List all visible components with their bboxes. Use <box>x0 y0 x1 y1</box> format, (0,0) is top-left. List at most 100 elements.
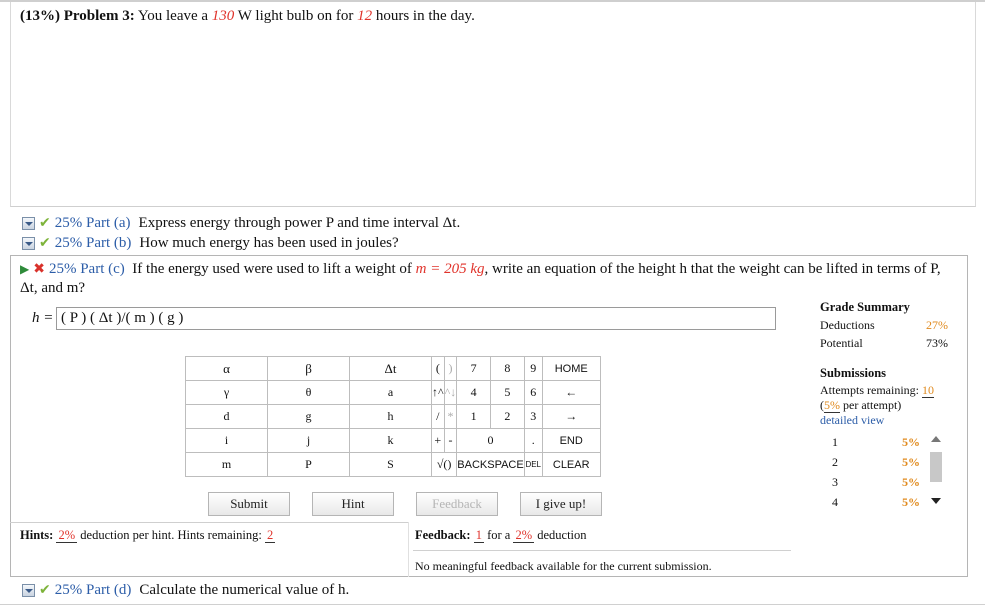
key-superscript-down[interactable]: ^↓ <box>443 380 458 405</box>
submission-number: 1 <box>832 434 838 449</box>
key-j[interactable]: j <box>267 428 350 453</box>
check-icon: ✔ <box>39 215 51 231</box>
hints-info: Hints: 2% deduction per hint. Hints rema… <box>20 528 276 543</box>
deductions-value: 27% <box>926 318 948 332</box>
expand-icon[interactable] <box>22 583 35 597</box>
key-plus[interactable]: + <box>431 428 445 453</box>
equation-keypad: α β Δt ( ) 7 8 9 HOME γ θ a ↑^ ^↓ 4 5 6 … <box>185 356 601 477</box>
submission-value: 5% <box>902 454 920 469</box>
key-gamma[interactable]: γ <box>185 380 268 405</box>
submissions-scrollbar[interactable] <box>928 432 944 510</box>
key-beta[interactable]: β <box>267 356 350 381</box>
mass-value: m = 205 kg <box>415 261 485 277</box>
feedback-message: No meaningful feedback available for the… <box>415 559 712 573</box>
key-8[interactable]: 8 <box>490 356 525 381</box>
key-7[interactable]: 7 <box>456 356 491 381</box>
key-2[interactable]: 2 <box>490 404 525 429</box>
key-open-paren[interactable]: ( <box>431 356 445 381</box>
part-b-row[interactable]: ✔ 25% Part (b) How much energy has been … <box>22 233 399 253</box>
key-s[interactable]: S <box>349 452 432 477</box>
submission-row: 2 5% <box>820 452 920 472</box>
key-backspace[interactable]: BACKSPACE <box>456 452 525 477</box>
key-alpha[interactable]: α <box>185 356 268 381</box>
deductions-row: Deductions 27% <box>820 318 948 333</box>
hints-mid: deduction per hint. Hints remaining: <box>80 528 262 542</box>
submission-value: 5% <box>902 434 920 449</box>
hint-button[interactable]: Hint <box>312 492 394 516</box>
key-m[interactable]: m <box>185 452 268 477</box>
part-b-text: How much energy has been used in joules? <box>139 234 399 251</box>
answer-input[interactable] <box>56 307 776 330</box>
key-end[interactable]: END <box>541 428 601 453</box>
key-theta[interactable]: θ <box>267 380 350 405</box>
part-d-row[interactable]: ✔ 25% Part (d) Calculate the numerical v… <box>22 580 349 600</box>
problem-statement: (13%) Problem 3: You leave a 130 W light… <box>20 8 475 25</box>
key-superscript-up[interactable]: ↑^ <box>431 380 445 405</box>
feedback-pct: 2% <box>513 528 535 543</box>
hints-pct: 2% <box>56 528 78 543</box>
problem-text-before: You leave a <box>137 8 209 24</box>
expand-icon[interactable] <box>22 216 35 230</box>
key-multiply[interactable]: * <box>443 404 458 429</box>
part-a-row[interactable]: ✔ 25% Part (a) Express energy through po… <box>22 213 460 233</box>
submissions-list: 1 5% 2 5% 3 5% 4 5% <box>820 432 920 512</box>
bottom-divider <box>0 604 985 605</box>
key-clear[interactable]: CLEAR <box>541 452 601 477</box>
key-close-paren[interactable]: ) <box>443 356 458 381</box>
submissions-title: Submissions <box>820 366 887 380</box>
key-del[interactable]: DEL <box>523 452 543 477</box>
play-icon: ▶ <box>20 262 30 276</box>
submission-value: 5% <box>902 474 920 489</box>
answer-var-label: h = <box>32 310 54 326</box>
part-a-pct: 25% Part (a) <box>54 214 131 231</box>
scroll-up-icon[interactable] <box>931 436 941 442</box>
grade-summary-title: Grade Summary <box>820 300 910 314</box>
key-0[interactable]: 0 <box>456 428 525 453</box>
key-a[interactable]: a <box>349 380 432 405</box>
key-d[interactable]: d <box>185 404 268 429</box>
key-3[interactable]: 3 <box>523 404 543 429</box>
give-up-button[interactable]: I give up! <box>520 492 602 516</box>
key-h[interactable]: h <box>349 404 432 429</box>
key-divide[interactable]: / <box>431 404 445 429</box>
power-value: 130 <box>211 8 235 24</box>
submit-button[interactable]: Submit <box>208 492 290 516</box>
key-minus[interactable]: - <box>443 428 458 453</box>
key-home[interactable]: HOME <box>541 356 601 381</box>
submission-value: 5% <box>902 494 920 509</box>
submission-row: 4 5% <box>820 492 920 512</box>
scroll-down-icon[interactable] <box>931 498 941 504</box>
key-5[interactable]: 5 <box>490 380 525 405</box>
key-g[interactable]: g <box>267 404 350 429</box>
key-right-arrow[interactable]: → <box>541 404 601 429</box>
potential-row: Potential 73% <box>820 336 948 351</box>
key-p[interactable]: P <box>267 452 350 477</box>
part-a-text: Express energy through power P and time … <box>138 214 461 231</box>
expand-icon[interactable] <box>22 236 35 250</box>
key-4[interactable]: 4 <box>456 380 491 405</box>
submission-number: 2 <box>832 454 838 469</box>
scroll-thumb[interactable] <box>930 452 942 482</box>
detailed-view-link[interactable]: detailed view <box>820 413 884 427</box>
part-d-pct: 25% Part (d) <box>54 581 132 598</box>
key-k[interactable]: k <box>349 428 432 453</box>
feedback-button[interactable]: Feedback <box>416 492 498 516</box>
x-mark-icon: ✖ <box>33 261 45 277</box>
part-c-header: ▶ ✖ 25% Part (c) If the energy used were u… <box>20 260 960 298</box>
feedback-info: Feedback: 1 for a 2% deduction <box>415 528 587 543</box>
key-decimal[interactable]: . <box>523 428 543 453</box>
key-1[interactable]: 1 <box>456 404 491 429</box>
problem-text-after: hours in the day. <box>375 8 475 24</box>
key-sqrt[interactable]: √() <box>430 452 458 477</box>
submission-row: 3 5% <box>820 472 920 492</box>
deductions-label: Deductions <box>820 318 875 332</box>
grade-summary: Grade Summary Deductions 27% Potential 7… <box>820 300 948 351</box>
key-6[interactable]: 6 <box>523 380 543 405</box>
hours-value: 12 <box>357 8 373 24</box>
problem-text-mid: W light bulb on for <box>237 8 354 24</box>
key-i[interactable]: i <box>185 428 268 453</box>
key-9[interactable]: 9 <box>523 356 543 381</box>
key-left-arrow[interactable]: ← <box>541 380 601 405</box>
key-delta-t[interactable]: Δt <box>349 356 432 381</box>
answer-label: h = <box>32 307 53 330</box>
